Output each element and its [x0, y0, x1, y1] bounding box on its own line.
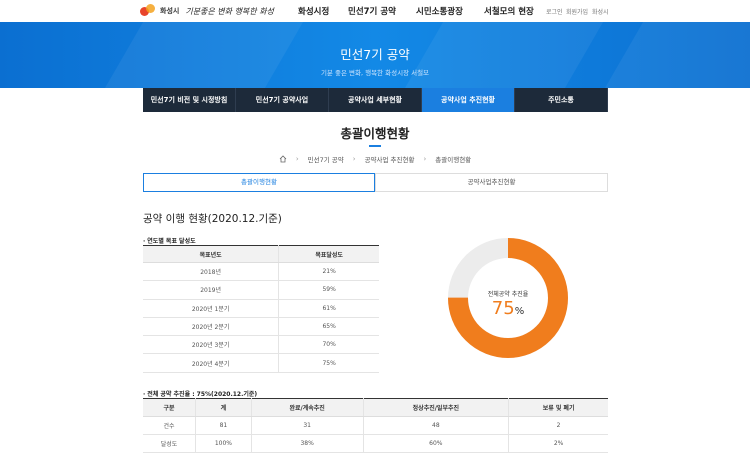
table-cell: 81 [195, 416, 252, 435]
table-row: 건수 81 31 48 2 [143, 416, 608, 435]
breadcrumb-item[interactable]: 공약사업 추진현황 [365, 154, 415, 164]
table-header: 완료/계속추진 [251, 398, 364, 417]
chevron-right-icon: › [423, 155, 427, 163]
table-header: 계 [195, 398, 252, 417]
login-link[interactable]: 로그인 [546, 7, 563, 16]
table-cell: 건수 [143, 416, 196, 435]
table-cell: 100% [195, 434, 252, 453]
subnav-citizen-communication[interactable]: 주민소통 [515, 88, 608, 112]
home-icon[interactable] [279, 155, 287, 163]
target-year-cell: 2018년 [143, 262, 280, 282]
table-header: 목표년도 [143, 245, 280, 263]
logo-slogan: 기분좋은 변화 행복한 화성 [185, 6, 274, 16]
page-title: 총괄이행현황 [340, 126, 410, 141]
subnav-project-details[interactable]: 공약사업 세부현황 [329, 88, 422, 112]
city-logo-icon [140, 4, 156, 18]
gnb-item-mayor-field[interactable]: 서철모의 현장 [484, 5, 534, 17]
table-row: 2019년 59% [143, 280, 379, 300]
hwaseong-home-link[interactable]: 화성시 [592, 7, 609, 16]
chevron-right-icon: › [352, 155, 356, 163]
hero-banner: 민선7기 공약 기분 좋은 변화, 행복한 화성시장 서철모 [0, 22, 750, 88]
banner-title: 민선7기 공약 [340, 47, 410, 62]
table-cell: 60% [363, 434, 510, 453]
breadcrumb-current: 총괄이행현황 [435, 156, 472, 164]
target-rate-cell: 61% [278, 299, 379, 318]
table-row: 2018년 21% [143, 262, 379, 282]
gnb-item-city-admin[interactable]: 화성시정 [298, 5, 329, 17]
hwaseong-logo[interactable]: 화성시 기분좋은 변화 행복한 화성 [140, 2, 274, 20]
section-title: 공약 이행 현황(2020.12.기준) [143, 213, 282, 225]
table-cell: 2% [508, 434, 608, 453]
table-cell: 달성도 [143, 434, 196, 453]
gnb-item-citizen-square[interactable]: 시민소통광장 [416, 5, 463, 17]
table-row: 2020년 2분기 65% [143, 317, 379, 337]
table-header: 목표달성도 [278, 245, 379, 263]
table-header: 보류 및 폐기 [508, 398, 608, 417]
subnav-vision[interactable]: 민선7기 비전 및 시정방침 [143, 88, 236, 112]
title-underline [369, 145, 381, 147]
target-year-cell: 2020년 2분기 [143, 317, 280, 337]
target-rate-cell: 70% [278, 335, 379, 355]
target-year-cell: 2020년 3분기 [143, 335, 280, 355]
table-cell: 31 [251, 416, 364, 435]
gnb-item-pledges[interactable]: 민선7기 공약 [348, 5, 396, 17]
table-row: 2020년 4분기 75% [143, 353, 379, 373]
target-rate-cell: 75% [278, 353, 379, 373]
logo-city-name: 화성시 [160, 7, 180, 15]
overall-progress-table: 구분 계 완료/계속추진 정상추진/일부추진 보류 및 폐기 건수 81 31 … [143, 398, 608, 453]
target-rate-cell: 65% [278, 317, 379, 337]
target-year-cell: 2020년 1분기 [143, 299, 280, 318]
table-cell: 2 [508, 416, 608, 435]
table-row: 2020년 3분기 70% [143, 335, 379, 355]
table-cell: 38% [251, 434, 364, 453]
tab-project-progress[interactable]: 공약사업추진현황 [375, 173, 608, 192]
target-year-cell: 2019년 [143, 280, 280, 300]
banner-subtitle: 기분 좋은 변화, 행복한 화성시장 서철모 [320, 69, 430, 77]
breadcrumb-item[interactable]: 민선7기 공약 [308, 154, 344, 164]
donut-unit: % [514, 306, 525, 317]
donut-caption: 전체공약 추진율 [487, 291, 529, 298]
signup-link[interactable]: 회원가입 [566, 7, 588, 16]
subnav-project-progress[interactable]: 공약사업 추진현황 [422, 88, 515, 112]
sub-navigation: 민선7기 비전 및 시정방침 민선7기 공약사업 공약사업 세부현황 공약사업 … [143, 88, 608, 112]
top-header: 화성시 기분좋은 변화 행복한 화성 화성시정 민선7기 공약 시민소통광장 서… [0, 0, 750, 22]
target-rate-cell: 21% [278, 262, 379, 282]
donut-value: 75% [447, 298, 569, 319]
table-row: 2020년 1분기 61% [143, 299, 379, 318]
breadcrumb: › 민선7기 공약 › 공약사업 추진현황 › 총괄이행현황 [0, 154, 750, 164]
table-header: 정상추진/일부추진 [363, 398, 510, 417]
target-table-label: 연도별 목표 달성도 [143, 236, 195, 245]
table-row: 달성도 100% 38% 60% 2% [143, 434, 608, 453]
table-cell: 48 [363, 416, 510, 435]
target-rate-cell: 59% [278, 280, 379, 300]
donut-number: 75 [491, 298, 515, 319]
progress-table-label: 전체 공약 추진율 : 75%(2020.12.기준) [143, 389, 257, 398]
subnav-pledge-projects[interactable]: 민선7기 공약사업 [236, 88, 329, 112]
tab-overall-status[interactable]: 총괄이행현황 [143, 173, 375, 192]
target-year-cell: 2020년 4분기 [143, 353, 280, 373]
yearly-target-table: 목표년도 목표달성도 2018년 21% 2019년 59% 2020년 1분기 61… [143, 245, 379, 373]
table-header: 구분 [143, 398, 196, 417]
chevron-right-icon: › [295, 155, 299, 163]
